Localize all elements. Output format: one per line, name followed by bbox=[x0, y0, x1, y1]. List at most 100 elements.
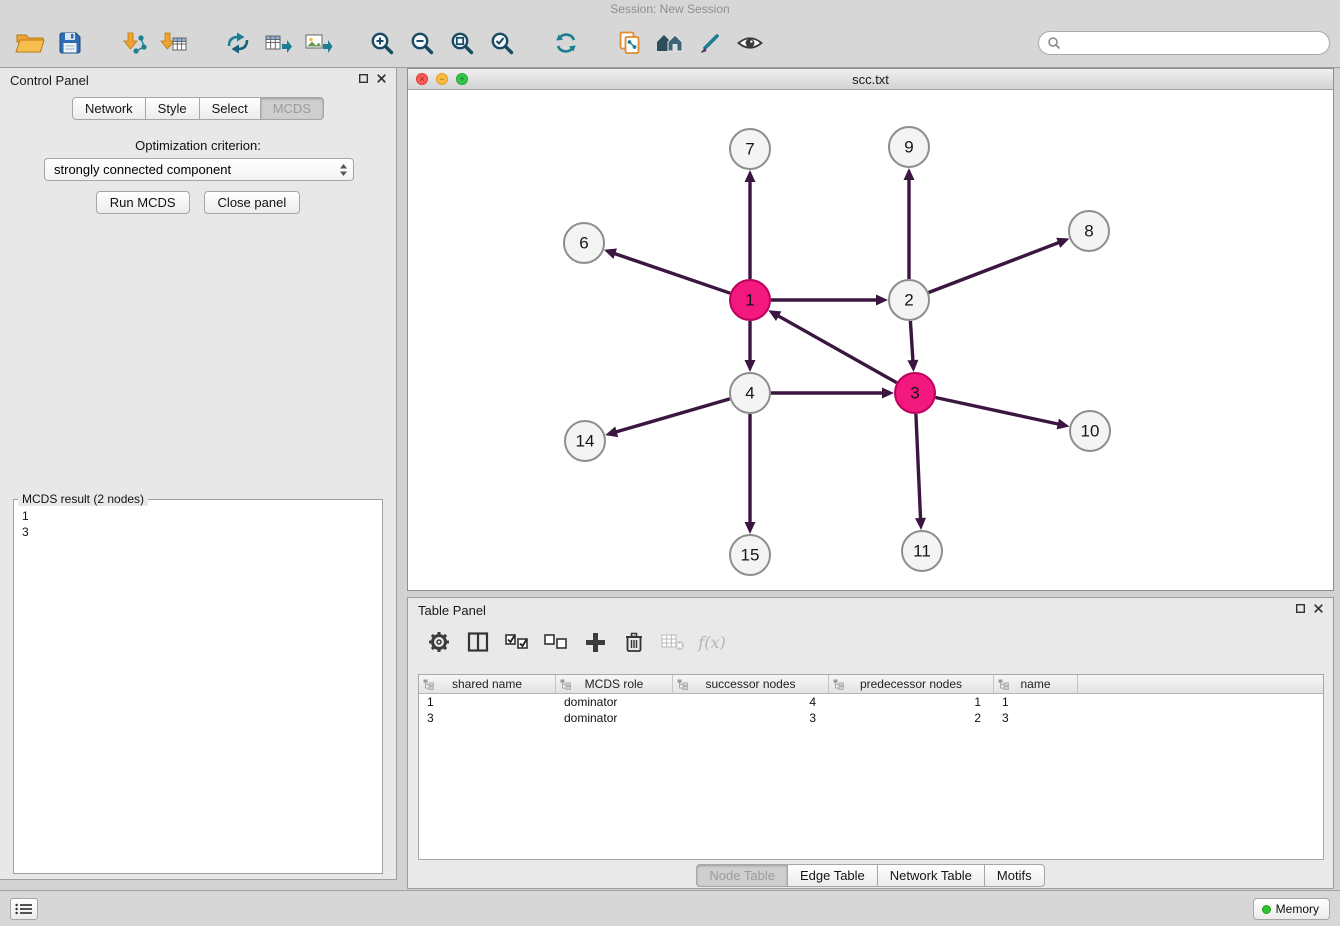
column-header-predecessor-nodes[interactable]: predecessor nodes bbox=[829, 675, 994, 693]
tab-motifs[interactable]: Motifs bbox=[984, 864, 1045, 887]
graph-edge-1-6[interactable] bbox=[613, 253, 730, 293]
tab-select[interactable]: Select bbox=[199, 97, 261, 120]
task-list-button[interactable] bbox=[10, 898, 38, 920]
column-header-mcds-role[interactable]: MCDS role bbox=[556, 675, 673, 693]
table-cell[interactable]: dominator bbox=[556, 710, 673, 726]
float-panel-icon[interactable] bbox=[359, 74, 368, 83]
toolbar-group bbox=[114, 25, 194, 61]
zoom-fit-icon[interactable] bbox=[442, 25, 482, 61]
mcds-result-title: MCDS result (2 nodes) bbox=[18, 492, 148, 506]
column-header-shared-name[interactable]: shared name bbox=[419, 675, 556, 693]
graph-node-6[interactable]: 6 bbox=[564, 223, 604, 263]
column-header-filler bbox=[1078, 675, 1323, 693]
table-header-row: shared nameMCDS rolesuccessor nodes prede… bbox=[419, 675, 1323, 694]
graph-node-14[interactable]: 14 bbox=[565, 421, 605, 461]
zoom-selected-icon[interactable] bbox=[482, 25, 522, 61]
column-header-successor-nodes[interactable]: successor nodes bbox=[673, 675, 829, 693]
duplicate-network-icon[interactable] bbox=[610, 25, 650, 61]
deselect-all-icon[interactable] bbox=[541, 626, 571, 658]
table-cell[interactable]: 3 bbox=[419, 710, 556, 726]
column-header-name[interactable]: name bbox=[994, 675, 1078, 693]
table-cell[interactable]: 3 bbox=[994, 710, 1078, 726]
close-panel-icon[interactable] bbox=[1314, 604, 1323, 613]
graph-edge-3-1[interactable] bbox=[777, 315, 897, 383]
import-table-icon[interactable] bbox=[154, 25, 194, 61]
window-titlebar: Session: New Session bbox=[0, 0, 1340, 18]
delete-row-icon[interactable] bbox=[619, 626, 649, 658]
network-window-titlebar[interactable]: × − + scc.txt bbox=[408, 69, 1333, 90]
window-minimize-button[interactable]: − bbox=[436, 73, 448, 85]
control-panel: Control Panel NetworkStyleSelectMCDS Opt… bbox=[0, 68, 397, 880]
open-file-icon[interactable] bbox=[10, 25, 50, 61]
table-cell[interactable]: dominator bbox=[556, 694, 673, 710]
svg-text:6: 6 bbox=[579, 234, 588, 253]
tab-mcds[interactable]: MCDS bbox=[260, 97, 324, 120]
memory-button[interactable]: Memory bbox=[1253, 898, 1330, 920]
window-zoom-button[interactable]: + bbox=[456, 73, 468, 85]
graph-edge-3-10[interactable] bbox=[936, 398, 1060, 425]
function-builder-icon: f(x) bbox=[697, 626, 727, 658]
tab-network-table[interactable]: Network Table bbox=[877, 864, 985, 887]
table-row[interactable]: 1dominator411 bbox=[419, 694, 1323, 710]
close-panel-icon[interactable] bbox=[377, 74, 386, 83]
settings-gear-icon[interactable] bbox=[424, 626, 454, 658]
graph-node-8[interactable]: 8 bbox=[1069, 211, 1109, 251]
tab-node-table[interactable]: Node Table bbox=[696, 864, 788, 887]
graph-edge-2-8[interactable] bbox=[929, 242, 1061, 292]
search-box[interactable] bbox=[1038, 31, 1330, 55]
zoom-out-icon[interactable] bbox=[402, 25, 442, 61]
float-panel-icon[interactable] bbox=[1296, 604, 1305, 613]
network-graph[interactable]: 7 9 6 8 1 2 4 3 14 10 15 11 bbox=[408, 91, 1333, 591]
toolbar-group bbox=[610, 25, 770, 61]
optimization-dropdown[interactable]: strongly connected component bbox=[44, 158, 354, 181]
graph-node-7[interactable]: 7 bbox=[730, 129, 770, 169]
table-cell[interactable]: 1 bbox=[419, 694, 556, 710]
export-image-icon[interactable] bbox=[298, 25, 338, 61]
window-close-button[interactable]: × bbox=[416, 73, 428, 85]
run-mcds-button[interactable]: Run MCDS bbox=[96, 191, 190, 214]
export-table-icon[interactable] bbox=[258, 25, 298, 61]
tab-style[interactable]: Style bbox=[145, 97, 200, 120]
paint-style-icon[interactable] bbox=[690, 25, 730, 61]
import-network-icon[interactable] bbox=[114, 25, 154, 61]
graph-node-11[interactable]: 11 bbox=[902, 531, 942, 571]
close-panel-button[interactable]: Close panel bbox=[204, 191, 301, 214]
graph-node-1[interactable]: 1 bbox=[730, 280, 770, 320]
graph-edge-arrow-icon bbox=[907, 360, 918, 372]
add-row-icon[interactable] bbox=[580, 626, 610, 658]
refresh-icon[interactable] bbox=[546, 25, 586, 61]
graph-edge-arrow-icon bbox=[904, 168, 915, 180]
column-label: predecessor nodes bbox=[860, 677, 962, 691]
graph-edge-4-14[interactable] bbox=[615, 399, 730, 432]
table-cell[interactable]: 3 bbox=[673, 710, 829, 726]
column-layout-icon[interactable] bbox=[463, 626, 493, 658]
graph-edge-arrow-icon bbox=[745, 170, 756, 182]
svg-text:15: 15 bbox=[741, 546, 760, 565]
graph-edge-2-3[interactable] bbox=[910, 321, 913, 362]
graph-edge-3-11[interactable] bbox=[916, 414, 921, 520]
graph-node-15[interactable]: 15 bbox=[730, 535, 770, 575]
graph-node-3[interactable]: 3 bbox=[895, 373, 935, 413]
first-neighbors-icon[interactable] bbox=[650, 25, 690, 61]
tab-network[interactable]: Network bbox=[72, 97, 146, 120]
save-icon[interactable] bbox=[50, 25, 90, 61]
graph-node-2[interactable]: 2 bbox=[889, 280, 929, 320]
table-cell[interactable]: 2 bbox=[829, 710, 994, 726]
tab-edge-table[interactable]: Edge Table bbox=[787, 864, 878, 887]
graph-node-10[interactable]: 10 bbox=[1070, 411, 1110, 451]
zoom-in-icon[interactable] bbox=[362, 25, 402, 61]
table-row[interactable]: 3dominator323 bbox=[419, 710, 1323, 726]
export-network-icon[interactable] bbox=[218, 25, 258, 61]
optimization-criterion-label: Optimization criterion: bbox=[0, 138, 396, 153]
dropdown-arrows-icon bbox=[339, 163, 348, 177]
node-table: shared nameMCDS rolesuccessor nodes prede… bbox=[418, 674, 1324, 860]
graph-node-4[interactable]: 4 bbox=[730, 373, 770, 413]
table-cell[interactable]: 4 bbox=[673, 694, 829, 710]
search-input[interactable] bbox=[1065, 33, 1329, 53]
show-hide-icon[interactable] bbox=[730, 25, 770, 61]
table-cell[interactable]: 1 bbox=[829, 694, 994, 710]
select-all-icon[interactable] bbox=[502, 626, 532, 658]
network-canvas[interactable]: 7 9 6 8 1 2 4 3 14 10 15 11 bbox=[408, 91, 1333, 590]
graph-node-9[interactable]: 9 bbox=[889, 127, 929, 167]
table-cell[interactable]: 1 bbox=[994, 694, 1078, 710]
